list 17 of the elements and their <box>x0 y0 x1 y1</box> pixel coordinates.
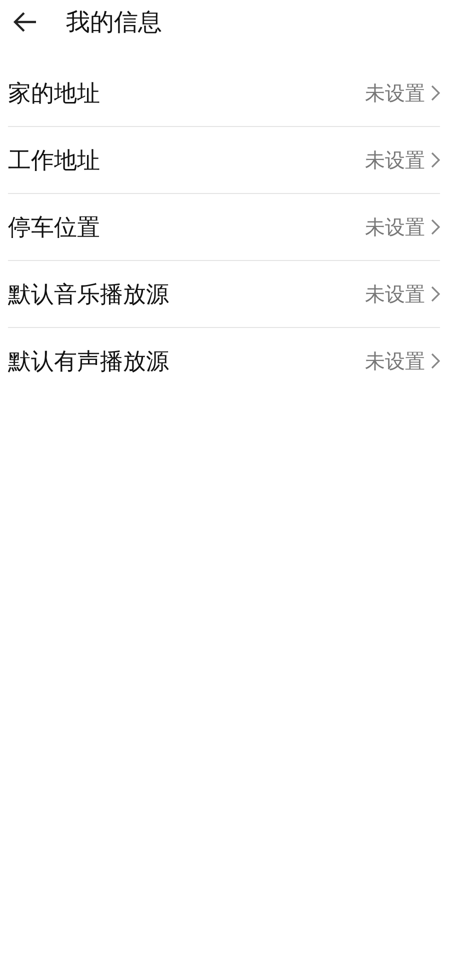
setting-value[interactable]: 未设置 <box>365 214 440 240</box>
chevron-right-icon <box>431 85 440 101</box>
setting-label: 默认有声播放源 <box>8 348 169 376</box>
setting-label: 默认音乐播放源 <box>8 280 169 310</box>
back-arrow-icon <box>12 11 38 33</box>
chevron-right-icon <box>431 152 440 168</box>
setting-value[interactable]: 未设置 <box>365 348 440 374</box>
setting-value[interactable]: 未设置 <box>365 280 440 308</box>
setting-value[interactable]: 未设置 <box>365 80 440 106</box>
setting-label: 停车位置 <box>8 214 100 242</box>
setting-label: 家的地址 <box>8 80 100 108</box>
setting-value[interactable]: 未设置 <box>365 146 440 174</box>
page-title: 我的信息 <box>66 7 162 38</box>
chevron-right-icon <box>431 353 440 369</box>
chevron-right-icon <box>431 219 440 235</box>
chevron-right-icon <box>431 286 440 302</box>
setting-label: 工作地址 <box>8 146 100 176</box>
